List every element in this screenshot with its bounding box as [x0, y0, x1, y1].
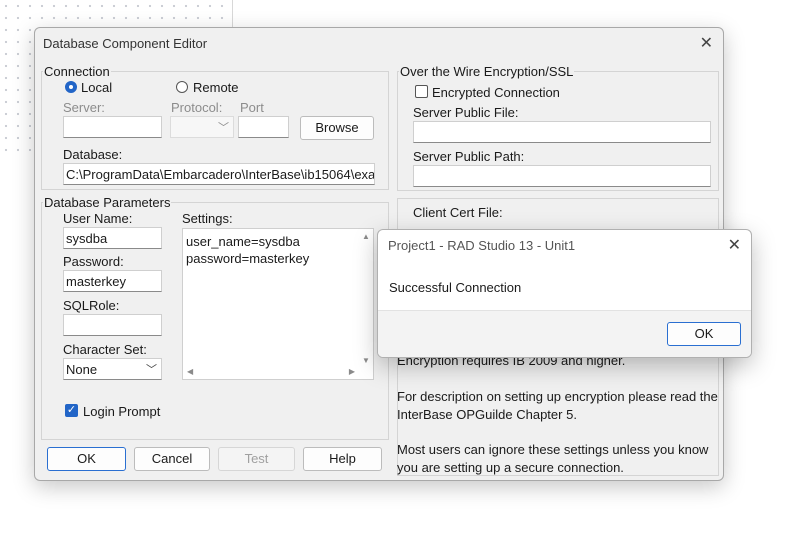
server-label: Server: [63, 100, 105, 115]
background-divider [232, 0, 233, 30]
ssl-info-text: For description on setting up encryption… [397, 389, 718, 404]
server-input[interactable] [63, 116, 162, 138]
server-public-file-label: Server Public File: [413, 105, 519, 120]
ssl-info-text: you are setting up a secure connection. [397, 460, 624, 475]
login-prompt-checkbox[interactable]: ✓ [65, 404, 78, 417]
chevron-down-icon: ﹀ [218, 122, 229, 134]
sqlrole-input[interactable] [63, 314, 162, 336]
chevron-down-icon: ﹀ [146, 364, 157, 376]
ssl-info-text: InterBase OPGuilde Chapter 5. [397, 407, 577, 422]
database-label: Database: [63, 147, 123, 162]
database-parameters-title: Database Parameters [43, 195, 172, 210]
server-public-file-input[interactable] [413, 121, 711, 143]
encrypted-connection-checkbox[interactable] [415, 85, 428, 98]
dialog-title: Project1 - RAD Studio 13 - Unit1 [388, 238, 576, 253]
message-dialog: Project1 - RAD Studio 13 - Unit1 ✕ Succe… [377, 229, 752, 358]
client-cert-file-label: Client Cert File: [413, 205, 503, 220]
close-icon[interactable]: ✕ [700, 33, 713, 53]
remote-radio[interactable] [176, 81, 188, 93]
scroll-left-icon[interactable]: ◀ [187, 367, 193, 376]
horizontal-scrollbar[interactable]: ◀ ▶ [183, 365, 359, 379]
connection-group-title: Connection [43, 64, 111, 79]
port-input[interactable] [238, 116, 289, 138]
vertical-scrollbar[interactable]: ▲ ▼ [359, 229, 373, 365]
protocol-label: Protocol: [171, 100, 223, 115]
sqlrole-label: SQLRole: [63, 298, 120, 313]
dialog-ok-button[interactable]: OK [667, 322, 741, 346]
encrypted-connection-label[interactable]: Encrypted Connection [432, 85, 560, 100]
scroll-right-icon[interactable]: ▶ [349, 367, 355, 376]
character-set-label: Character Set: [63, 342, 147, 357]
settings-line: user_name=sysdba [186, 234, 300, 249]
dialog-footer: OK [378, 310, 751, 357]
character-set-value: None [66, 362, 98, 377]
ssl-group-title: Over the Wire Encryption/SSL [399, 64, 575, 79]
settings-memo[interactable]: user_name=sysdba password=masterkey ▲ ▼ … [182, 228, 374, 380]
title-bar: Database Component Editor ✕ [35, 28, 723, 58]
port-label: Port [240, 100, 264, 115]
protocol-select[interactable]: ﹀ [170, 116, 234, 138]
help-button[interactable]: Help [303, 447, 382, 471]
password-label: Password: [63, 254, 124, 269]
close-icon[interactable]: ✕ [728, 235, 741, 255]
database-input[interactable]: C:\ProgramData\Embarcadero\InterBase\ib1… [63, 163, 375, 185]
user-name-input[interactable]: sysdba [63, 227, 162, 249]
scroll-down-icon[interactable]: ▼ [362, 356, 370, 365]
dialog-message: Successful Connection [389, 280, 522, 295]
character-set-select[interactable]: None ﹀ [63, 358, 162, 380]
remote-radio-label[interactable]: Remote [193, 80, 239, 95]
ssl-info-text: Most users can ignore these settings unl… [397, 442, 709, 457]
local-radio[interactable] [65, 81, 77, 93]
settings-line: password=masterkey [186, 251, 310, 266]
local-radio-label[interactable]: Local [81, 80, 112, 95]
test-button[interactable]: Test [218, 447, 295, 471]
password-input[interactable]: masterkey [63, 270, 162, 292]
cancel-button[interactable]: Cancel [134, 447, 210, 471]
server-public-path-input[interactable] [413, 165, 711, 187]
user-name-label: User Name: [63, 211, 133, 226]
ok-button[interactable]: OK [47, 447, 126, 471]
window-title: Database Component Editor [43, 36, 208, 51]
settings-label: Settings: [182, 211, 233, 226]
login-prompt-label[interactable]: Login Prompt [83, 404, 160, 419]
scroll-up-icon[interactable]: ▲ [362, 232, 370, 241]
browse-button[interactable]: Browse [300, 116, 374, 140]
server-public-path-label: Server Public Path: [413, 149, 525, 164]
